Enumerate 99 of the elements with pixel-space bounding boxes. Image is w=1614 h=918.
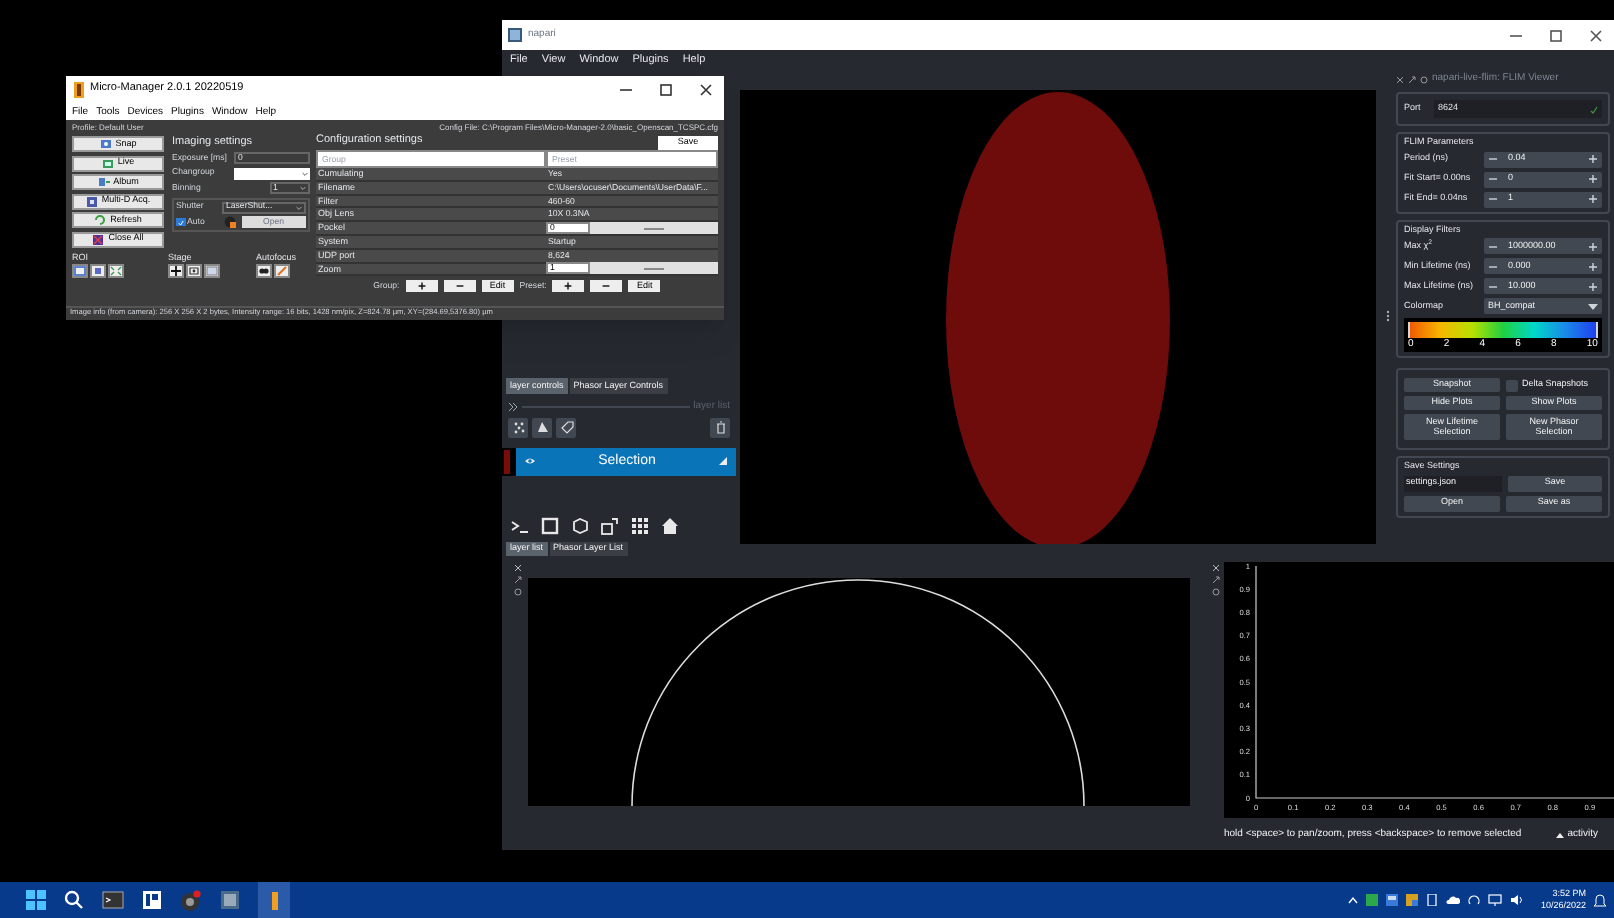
float-icon[interactable] — [1408, 75, 1416, 83]
close-icon[interactable] — [513, 564, 521, 572]
chevron-up-icon[interactable] — [1348, 896, 1359, 904]
float-icon[interactable] — [1211, 576, 1219, 584]
expand-icon[interactable] — [508, 401, 518, 411]
grid-button[interactable] — [628, 513, 652, 537]
plus-icon[interactable] — [1588, 154, 1598, 164]
caret-up-icon — [1555, 832, 1564, 838]
close-icon[interactable] — [700, 84, 712, 96]
add-icon — [417, 282, 426, 291]
cloud-icon[interactable] — [1446, 894, 1461, 906]
slider[interactable] — [590, 222, 718, 235]
plus-icon[interactable] — [1588, 174, 1598, 184]
add-icon — [564, 282, 573, 291]
close-icon[interactable] — [1396, 75, 1404, 83]
grid-icon — [630, 515, 650, 535]
home-button[interactable] — [658, 513, 682, 537]
float-icon[interactable] — [513, 576, 521, 584]
roll-icon — [570, 515, 590, 535]
terminal-icon[interactable] — [102, 890, 124, 910]
autofocus-icon — [258, 266, 270, 276]
layer-thumbnail — [502, 447, 516, 475]
close-icon[interactable] — [1590, 29, 1602, 41]
new-points-icon — [511, 420, 525, 434]
refresh-icon — [94, 214, 107, 226]
remove-button[interactable] — [443, 280, 476, 293]
album-icon — [97, 176, 110, 188]
minimize-icon[interactable] — [620, 84, 632, 96]
transpose-button[interactable] — [598, 513, 622, 537]
settings-icon[interactable] — [513, 588, 521, 596]
multid-icon — [85, 195, 98, 207]
shutter-icon — [223, 216, 235, 228]
new-labels-icon — [559, 420, 573, 434]
check-icon — [1590, 105, 1598, 113]
remove-button[interactable] — [590, 280, 623, 293]
plus-icon[interactable] — [1588, 241, 1598, 251]
roll-button[interactable] — [568, 513, 592, 537]
new-labels-button[interactable] — [556, 417, 576, 437]
slider[interactable] — [590, 262, 718, 275]
start-icon[interactable] — [26, 890, 46, 910]
stage-set-button[interactable] — [186, 264, 202, 278]
settings-icon[interactable] — [1420, 75, 1428, 83]
ndisplay-button[interactable] — [538, 513, 562, 537]
minimize-icon[interactable] — [1510, 29, 1522, 41]
eye-icon[interactable] — [524, 456, 536, 466]
volume-icon[interactable] — [1510, 894, 1525, 906]
delete-icon — [713, 420, 727, 434]
settings-icon[interactable] — [1211, 588, 1219, 596]
stage-set-icon — [188, 266, 200, 276]
micro-manager-icon — [269, 891, 279, 909]
transpose-icon — [600, 515, 620, 535]
live-icon — [101, 157, 114, 169]
new-shapes-button[interactable] — [532, 417, 552, 437]
set-roi-icon — [74, 266, 86, 276]
browser-icon[interactable] — [180, 889, 202, 911]
clear-roi-button[interactable] — [108, 264, 124, 278]
app-icon[interactable] — [142, 890, 162, 910]
changroup-dropdown[interactable] — [234, 167, 310, 179]
usb-icon[interactable] — [1426, 894, 1439, 906]
console-icon — [510, 515, 530, 535]
taskbar-button[interactable] — [258, 882, 290, 918]
maximize-icon[interactable] — [1550, 29, 1562, 41]
app-icon — [508, 28, 522, 42]
network-icon[interactable] — [1488, 894, 1503, 906]
center-roi-button[interactable] — [90, 264, 106, 278]
napari-icon[interactable] — [220, 890, 240, 910]
plus-icon[interactable] — [1588, 261, 1598, 271]
ndisplay-icon — [540, 515, 560, 535]
new-points-button[interactable] — [508, 417, 528, 437]
closeall-icon — [92, 233, 105, 245]
shapes-layer-icon — [718, 456, 728, 466]
stage-move-icon — [170, 266, 182, 276]
plus-icon[interactable] — [1588, 281, 1598, 291]
set-roi-button[interactable] — [72, 264, 88, 278]
add-button[interactable] — [405, 280, 438, 293]
search-icon[interactable] — [64, 890, 84, 910]
plus-icon[interactable] — [1588, 194, 1598, 204]
autofocus-button[interactable] — [256, 264, 272, 278]
center-roi-icon — [92, 266, 104, 276]
clear-roi-icon — [110, 266, 122, 276]
dropdown-arrow-icon — [1588, 303, 1598, 309]
snap-icon — [99, 138, 112, 150]
maximize-icon[interactable] — [660, 84, 672, 96]
checkbox[interactable] — [1506, 379, 1518, 391]
notification-icon[interactable] — [1594, 893, 1606, 907]
stage-move-button[interactable] — [168, 264, 184, 278]
check-icon — [177, 219, 184, 225]
add-button[interactable] — [552, 280, 585, 293]
stage-list-icon — [206, 266, 218, 276]
remove-icon — [455, 282, 464, 291]
home-icon — [660, 515, 680, 535]
app-icon — [74, 82, 84, 98]
new-shapes-icon — [535, 420, 549, 434]
drag-handle-icon[interactable] — [1386, 310, 1390, 322]
checkbox[interactable] — [176, 217, 185, 227]
autofocus-settings-icon — [276, 266, 288, 276]
delete-button[interactable] — [710, 417, 730, 437]
remove-icon — [602, 282, 611, 291]
close-icon[interactable] — [1211, 564, 1219, 572]
